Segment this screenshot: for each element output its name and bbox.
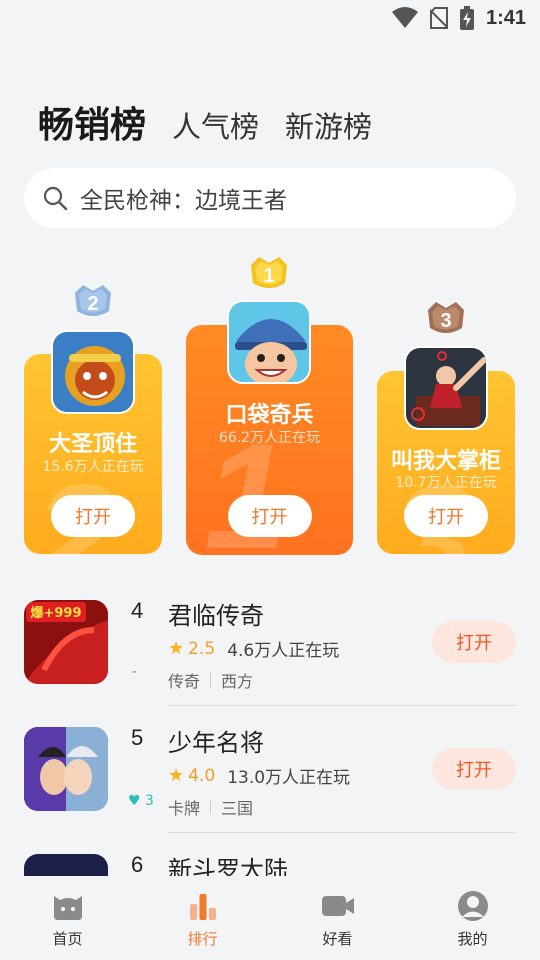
list-item[interactable]: 爆+999 4 - 君临传奇 ★ 2.5 4.6万人正在玩 传奇 西方 打开 xyxy=(0,598,540,726)
podium-name-3: 叫我大掌柜 xyxy=(390,449,501,474)
icon-badge-text: 爆+999 xyxy=(30,605,81,621)
nav-watch[interactable]: 好看 xyxy=(288,876,388,949)
tab-bestseller[interactable]: 畅销榜 xyxy=(38,96,146,148)
list-rank: 4 xyxy=(131,598,144,623)
open-button[interactable]: 打开 xyxy=(432,748,516,790)
trend-up-indicator: ♥ 3 xyxy=(128,793,154,809)
nav-ranking[interactable]: 排行 xyxy=(153,876,253,949)
video-icon xyxy=(321,896,354,916)
medal-rank-2: 2 xyxy=(87,293,98,315)
divider xyxy=(168,705,516,706)
search-placeholder: 全民枪神：边境王者 xyxy=(80,188,287,214)
podium-open-button-1[interactable]: 打开 xyxy=(227,495,312,537)
bottom-nav: 首页 排行 好看 我的 xyxy=(0,876,540,960)
rank-3-medal-icon: 3 xyxy=(428,302,464,333)
game-title: 君临传奇 xyxy=(168,602,264,630)
game-icon-koudaiqibing xyxy=(227,300,311,384)
game-icon-junlinchuanqi: 爆+999 xyxy=(24,600,108,684)
game-score: 2.5 xyxy=(188,638,216,659)
bar-chart-icon xyxy=(189,894,216,920)
players-count: 13.0万人正在玩 xyxy=(227,768,351,788)
medal-rank-1: 1 xyxy=(263,265,274,287)
list-rank: 5 xyxy=(131,725,144,750)
nav-label: 首页 xyxy=(52,930,83,948)
cat-icon xyxy=(53,896,82,920)
medal-rank-3: 3 xyxy=(440,310,451,332)
game-title: 少年名将 xyxy=(168,729,264,757)
game-meta: ★ 2.5 4.6万人正在玩 xyxy=(168,636,339,661)
search-icon xyxy=(43,186,68,211)
game-icon-shaonianmingjiang xyxy=(24,727,108,811)
star-icon: ★ xyxy=(168,765,185,786)
no-sim-icon xyxy=(429,7,448,29)
podium-players-1: 66.2万人正在玩 xyxy=(218,430,321,446)
podium-name-2: 大圣顶住 xyxy=(48,432,137,457)
tag: 三国 xyxy=(221,799,254,818)
rank-tabs: 畅销榜 人气榜 新游榜 xyxy=(38,96,372,148)
podium-open-button-2[interactable]: 打开 xyxy=(51,495,135,537)
clock: 1:41 xyxy=(485,6,526,29)
list-item[interactable]: 6 新斗罗大陆 xyxy=(0,854,540,876)
game-icon-jiaowodazhanggui xyxy=(404,346,488,430)
star-icon: ★ xyxy=(168,638,185,659)
battery-charging-icon xyxy=(459,6,474,30)
tag: 传奇 xyxy=(168,672,201,691)
podium-name-1: 口袋奇兵 xyxy=(225,403,314,428)
game-score: 4.0 xyxy=(188,765,216,786)
rank-1-medal-icon: 1 xyxy=(251,257,287,288)
divider xyxy=(168,832,516,833)
game-title: 新斗罗大陆 xyxy=(168,856,288,876)
trend-indicator: - xyxy=(132,664,138,680)
rank-2-medal-icon: 2 xyxy=(75,285,111,316)
podium-players-2: 15.6万人正在玩 xyxy=(42,459,144,475)
nav-label: 我的 xyxy=(457,930,488,948)
nav-label: 好看 xyxy=(322,930,353,948)
tag: 西方 xyxy=(221,672,254,691)
list-item[interactable]: 5 ♥ 3 少年名将 ★ 4.0 13.0万人正在玩 卡牌 三国 打开 xyxy=(0,725,540,853)
game-tags: 传奇 西方 xyxy=(168,668,253,692)
tag: 卡牌 xyxy=(168,799,201,818)
nav-home[interactable]: 首页 xyxy=(18,876,118,949)
list-rank: 6 xyxy=(131,854,144,876)
podium-players-3: 10.7万人正在玩 xyxy=(395,475,497,491)
tab-popular[interactable]: 人气榜 xyxy=(172,104,259,146)
open-button[interactable]: 打开 xyxy=(432,621,516,663)
nav-label: 排行 xyxy=(187,930,218,948)
wifi-icon xyxy=(391,7,418,29)
nav-profile[interactable]: 我的 xyxy=(423,876,523,949)
tag-separator xyxy=(210,673,212,687)
person-icon xyxy=(457,891,488,921)
game-tags: 卡牌 三国 xyxy=(168,795,253,819)
trend-value: 3 xyxy=(145,793,154,809)
status-bar: 1:41 xyxy=(0,0,540,36)
tag-separator xyxy=(210,800,212,814)
search-bar[interactable]: 全民枪神：边境王者 xyxy=(24,168,516,228)
podium-open-button-3[interactable]: 打开 xyxy=(404,495,488,537)
game-icon-dashengdingzhu xyxy=(51,330,135,414)
tab-new-games[interactable]: 新游榜 xyxy=(285,104,372,146)
game-icon-xindouluodalu xyxy=(24,854,108,876)
game-meta: ★ 4.0 13.0万人正在玩 xyxy=(168,763,350,788)
players-count: 4.6万人正在玩 xyxy=(227,641,340,661)
trend-up-icon: ♥ xyxy=(128,793,141,809)
